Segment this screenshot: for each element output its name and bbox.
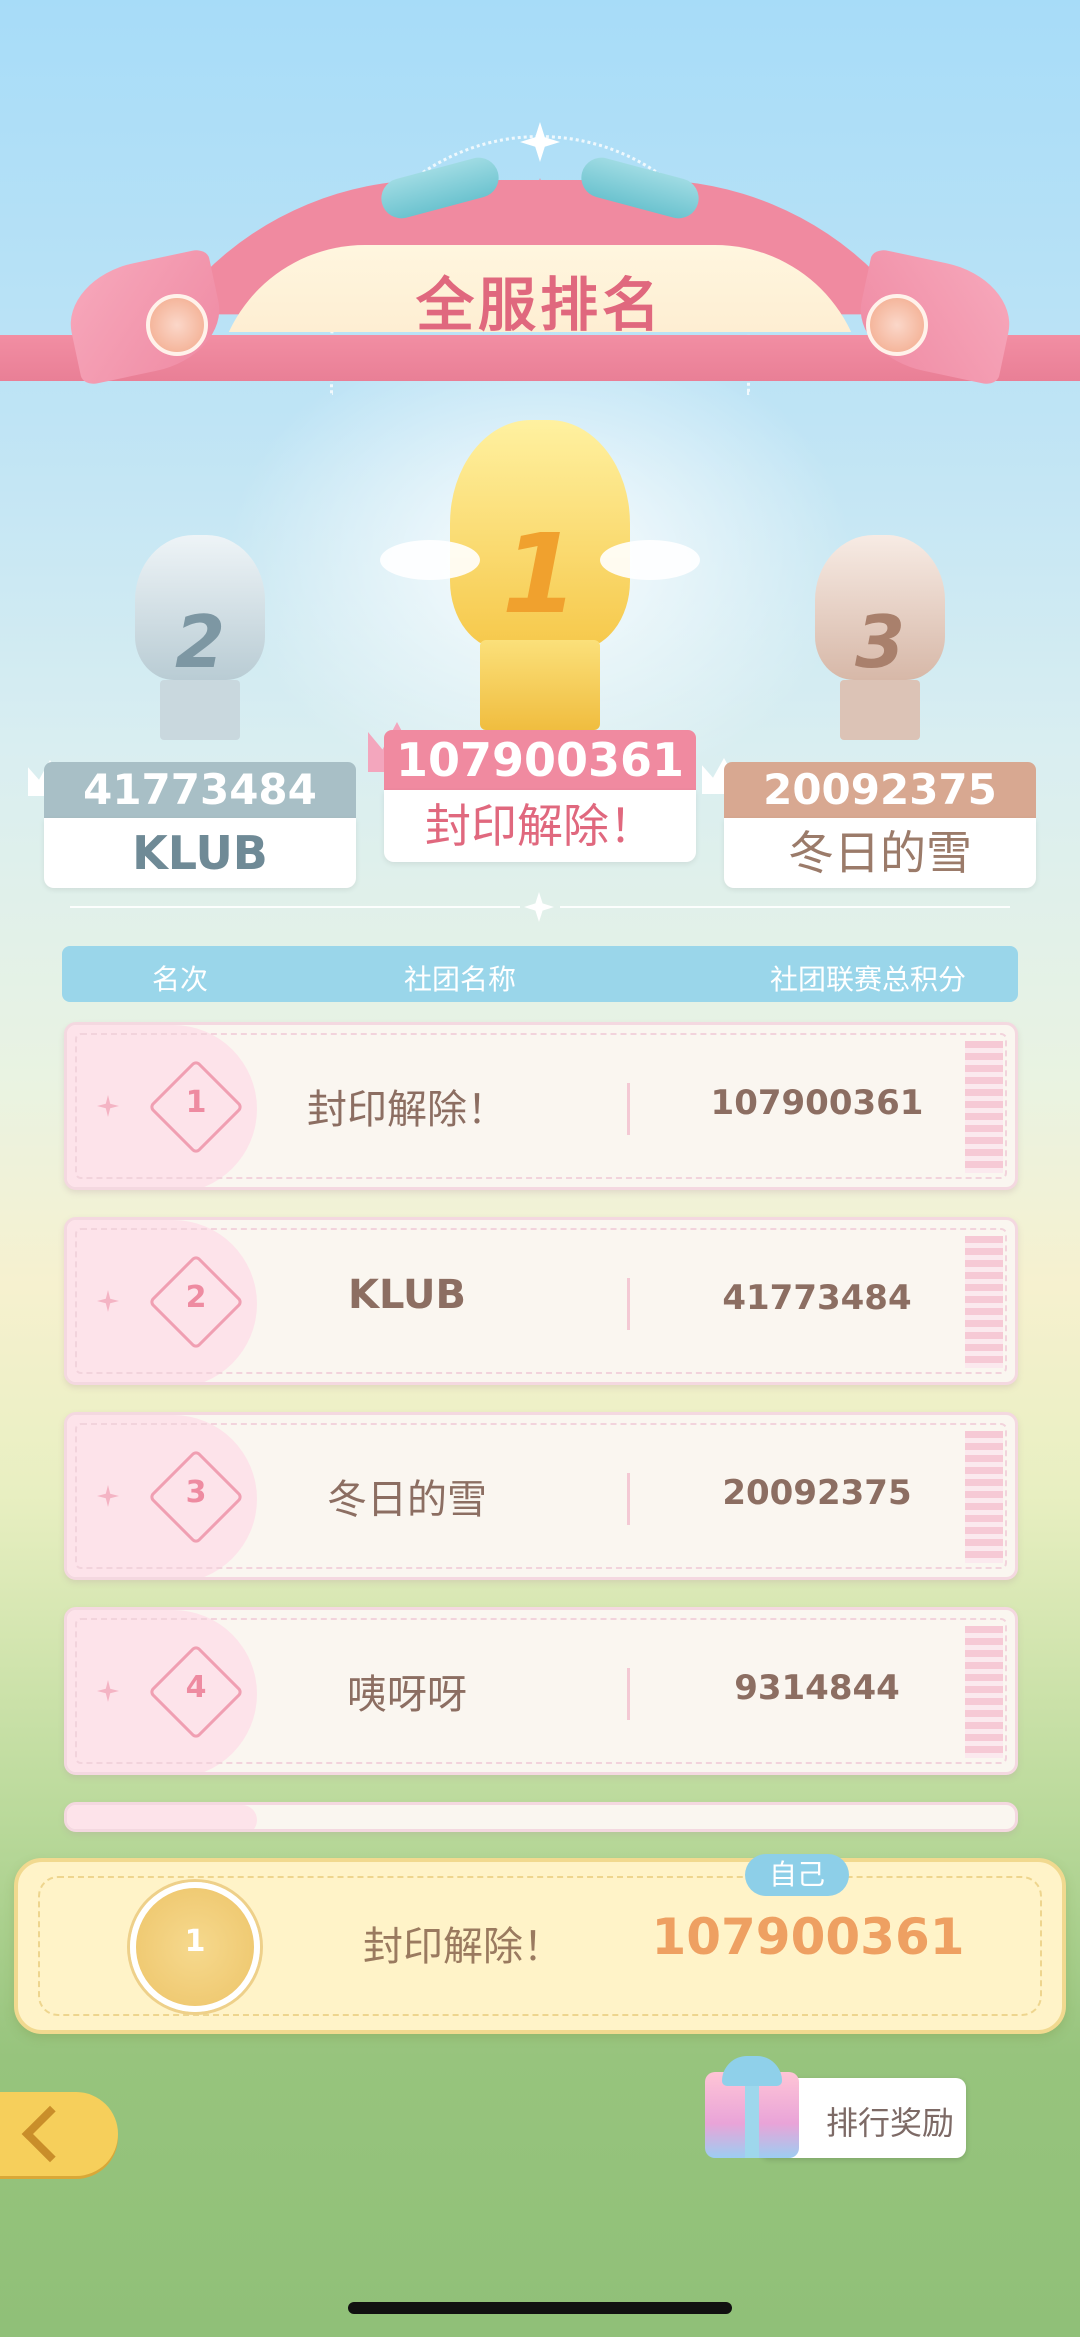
row-club-name: 冬日的雪 bbox=[327, 1477, 487, 1523]
bronze-trophy-base bbox=[840, 680, 920, 740]
table-row[interactable]: 3 冬日的雪 20092375 bbox=[64, 1412, 1018, 1580]
gold-wing-left bbox=[380, 540, 480, 580]
row-score: 107900361 bbox=[710, 1083, 924, 1123]
silver-trophy-number: 2 bbox=[174, 600, 226, 684]
gold-trophy-number: 1 bbox=[501, 510, 579, 638]
divider-left bbox=[70, 906, 520, 908]
row-rank: 4 bbox=[185, 1670, 207, 1705]
header-rank: 名次 bbox=[152, 963, 209, 996]
back-arrow-icon bbox=[21, 2105, 79, 2163]
ranking-reward-label[interactable]: 排行奖励 bbox=[815, 2098, 965, 2144]
self-tag-badge: 自己 bbox=[745, 1854, 849, 1896]
podium-1-score: 107900361 bbox=[384, 730, 696, 790]
table-row[interactable]: 4 咦呀呀 9314844 bbox=[64, 1607, 1018, 1775]
row-score: 20092375 bbox=[722, 1473, 912, 1513]
row-accent bbox=[67, 1805, 257, 1829]
table-row[interactable]: 1 封印解除！ 107900361 bbox=[64, 1022, 1018, 1190]
podium-2-name: KLUB bbox=[44, 818, 356, 888]
row-club-name: KLUB bbox=[347, 1272, 467, 1318]
ticket-stub-decoration bbox=[965, 1041, 1003, 1173]
row-club-name: 封印解除！ bbox=[307, 1087, 507, 1133]
row-separator bbox=[627, 1668, 630, 1720]
header-total-score: 社团联赛总积分 bbox=[770, 963, 967, 996]
row-rank: 2 bbox=[185, 1280, 207, 1315]
self-club-name: 封印解除！ bbox=[363, 1924, 563, 1970]
podium-3-name: 冬日的雪 bbox=[724, 818, 1036, 888]
self-rank-bar: 1 封印解除！ 107900361 bbox=[14, 1858, 1066, 2034]
left-rose-icon bbox=[146, 294, 208, 356]
self-rank: 1 bbox=[184, 1924, 206, 1959]
row-score: 9314844 bbox=[734, 1668, 900, 1708]
gold-wing-right bbox=[600, 540, 700, 580]
divider-right bbox=[560, 906, 1010, 908]
page-title: 全服排名 bbox=[415, 271, 664, 339]
podium-2-score: 41773484 bbox=[44, 762, 356, 818]
back-button[interactable] bbox=[0, 2092, 118, 2176]
row-separator bbox=[627, 1278, 630, 1330]
header-club-name: 社团名称 bbox=[404, 963, 517, 996]
ticket-stub-decoration bbox=[965, 1431, 1003, 1563]
home-indicator[interactable] bbox=[348, 2302, 732, 2314]
silver-trophy-base bbox=[160, 680, 240, 740]
right-rose-icon bbox=[866, 294, 928, 356]
table-row[interactable]: 2 KLUB 41773484 bbox=[64, 1217, 1018, 1385]
ticket-stub-decoration bbox=[965, 1626, 1003, 1758]
divider-star-icon bbox=[524, 892, 554, 922]
row-club-name: 咦呀呀 bbox=[347, 1672, 467, 1718]
self-score: 107900361 bbox=[651, 1908, 965, 1966]
row-separator bbox=[627, 1083, 630, 1135]
gold-trophy-base bbox=[480, 640, 600, 730]
table-header: 名次 社团名称 社团联赛总积分 bbox=[62, 946, 1018, 1002]
table-row-partial[interactable] bbox=[64, 1802, 1018, 1832]
podium-1-name: 封印解除！ bbox=[384, 790, 696, 862]
bronze-trophy-number: 3 bbox=[854, 600, 906, 684]
gift-bow bbox=[722, 2056, 782, 2086]
row-score: 41773484 bbox=[722, 1278, 912, 1318]
ticket-stub-decoration bbox=[965, 1236, 1003, 1368]
row-rank: 1 bbox=[185, 1085, 207, 1120]
row-rank: 3 bbox=[185, 1475, 207, 1510]
podium-3-score: 20092375 bbox=[724, 762, 1036, 818]
row-separator bbox=[627, 1473, 630, 1525]
